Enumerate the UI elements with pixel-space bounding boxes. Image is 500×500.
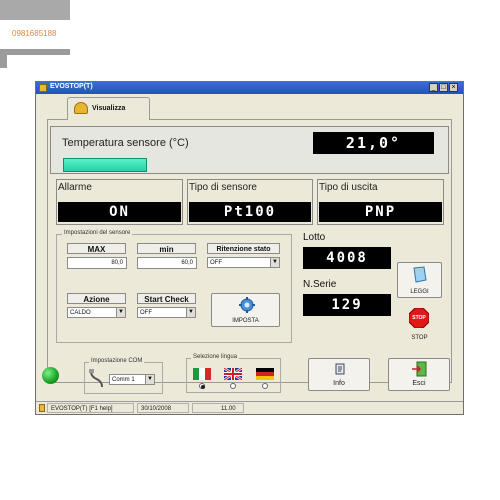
info-button[interactable]: Info — [308, 358, 370, 391]
action-label: Azione — [67, 293, 126, 304]
sensor-settings-title: Impostazioni del sensore — [62, 230, 133, 236]
status-date: 30/10/2008 — [137, 403, 189, 413]
lotto-label: Lotto — [303, 232, 326, 243]
chevron-down-icon[interactable]: ▼ — [270, 258, 279, 267]
language-title: Selezione lingua — [191, 354, 240, 360]
alarm-panel: Allarme ON — [56, 179, 183, 225]
esci-label: Esci — [412, 380, 426, 387]
close-button[interactable]: × — [449, 83, 458, 92]
app-window: EVOSTOP(T) _ □ × Visualizza Temperatura … — [35, 81, 464, 415]
leggi-button[interactable]: LEGGI — [397, 262, 442, 298]
com-port-select[interactable]: Comm 1 ▼ — [109, 374, 155, 385]
serial-display: 129 — [303, 294, 391, 316]
min-label: min — [137, 243, 196, 254]
start-check-select[interactable]: OFF ▼ — [137, 307, 196, 318]
alarm-label: Allarme — [58, 182, 92, 193]
sensor-type-label: Tipo di sensore — [189, 182, 257, 193]
window-title: EVOSTOP(T) — [50, 83, 93, 90]
app-icon — [39, 84, 47, 92]
info-icon — [335, 363, 345, 375]
output-type-panel: Tipo di uscita PNP — [317, 179, 444, 225]
uk-flag-icon[interactable] — [224, 368, 242, 380]
status-bar: EVOSTOP(T) [F1 help] 30/10/2008 11.00 — [36, 401, 463, 414]
action-select[interactable]: CALDO ▼ — [67, 307, 126, 318]
title-bar[interactable]: EVOSTOP(T) _ □ × — [36, 82, 463, 94]
watermark-phone: 0981685188 — [12, 29, 57, 38]
retention-select[interactable]: OFF ▼ — [207, 257, 280, 268]
leggi-label: LEGGI — [410, 289, 429, 295]
action-value: CALDO — [70, 310, 91, 316]
status-time: 11.00 — [192, 403, 244, 413]
max-input[interactable]: 80,0 — [67, 257, 127, 269]
watermark-bar — [0, 55, 7, 68]
stop-button[interactable]: STOP STOP — [397, 306, 442, 346]
chevron-down-icon[interactable]: ▼ — [116, 308, 125, 317]
max-label: MAX — [67, 243, 126, 254]
radio-german[interactable] — [262, 383, 268, 389]
output-type-label: Tipo di uscita — [319, 182, 378, 193]
info-label: Info — [333, 380, 345, 387]
chevron-down-icon[interactable]: ▼ — [145, 375, 154, 384]
watermark-bar — [0, 49, 70, 55]
com-settings-title: Impostazione COM — [89, 358, 145, 364]
radio-italian[interactable] — [199, 383, 205, 389]
imposta-button[interactable]: IMPOSTA — [211, 293, 280, 327]
temperature-panel: Temperatura sensore (°C) 21,0° — [50, 126, 449, 174]
retention-value: OFF — [210, 260, 222, 266]
status-led — [42, 367, 59, 384]
minimize-button[interactable]: _ — [429, 83, 438, 92]
chevron-down-icon[interactable]: ▼ — [186, 308, 195, 317]
status-app: EVOSTOP(T) [F1 help] — [47, 403, 134, 413]
sensor-settings-group: Impostazioni del sensore MAX 80,0 min 60… — [56, 230, 292, 343]
start-check-label: Start Check — [137, 293, 196, 304]
maximize-button[interactable]: □ — [439, 83, 448, 92]
start-check-value: OFF — [140, 310, 152, 316]
app-small-icon — [39, 404, 45, 412]
imposta-label: IMPOSTA — [232, 318, 259, 324]
language-group: Selezione lingua — [186, 354, 281, 393]
serial-label: N.Serie — [303, 279, 337, 290]
cable-icon — [89, 369, 103, 388]
stop-sign-text: STOP — [412, 315, 426, 321]
com-port-value: Comm 1 — [112, 377, 135, 383]
esci-button[interactable]: Esci — [388, 358, 450, 391]
stop-label: STOP — [411, 335, 428, 341]
temperature-bar — [63, 158, 147, 172]
watermark-bar — [0, 0, 70, 20]
tab-label: Visualizza — [92, 105, 126, 112]
min-input[interactable]: 60,0 — [137, 257, 197, 269]
retention-label: Ritenzione stato — [207, 243, 280, 254]
radio-english[interactable] — [230, 383, 236, 389]
tab-visualizza[interactable]: Visualizza — [67, 97, 150, 120]
lotto-display: 4008 — [303, 247, 391, 269]
temperature-label: Temperatura sensore (°C) — [62, 137, 189, 149]
sensor-type-display: Pt100 — [189, 202, 311, 222]
alarm-display: ON — [58, 202, 181, 222]
document-icon — [413, 266, 427, 283]
gear-icon — [239, 297, 255, 313]
com-settings-group: Impostazione COM Comm 1 ▼ — [84, 358, 163, 394]
output-type-display: PNP — [319, 202, 442, 222]
exit-door-icon — [412, 361, 427, 377]
sensor-type-panel: Tipo di sensore Pt100 — [187, 179, 313, 225]
italy-flag-icon[interactable] — [193, 368, 211, 380]
temperature-display: 21,0° — [313, 132, 434, 154]
visualizza-icon — [74, 102, 88, 114]
germany-flag-icon[interactable] — [256, 368, 274, 380]
